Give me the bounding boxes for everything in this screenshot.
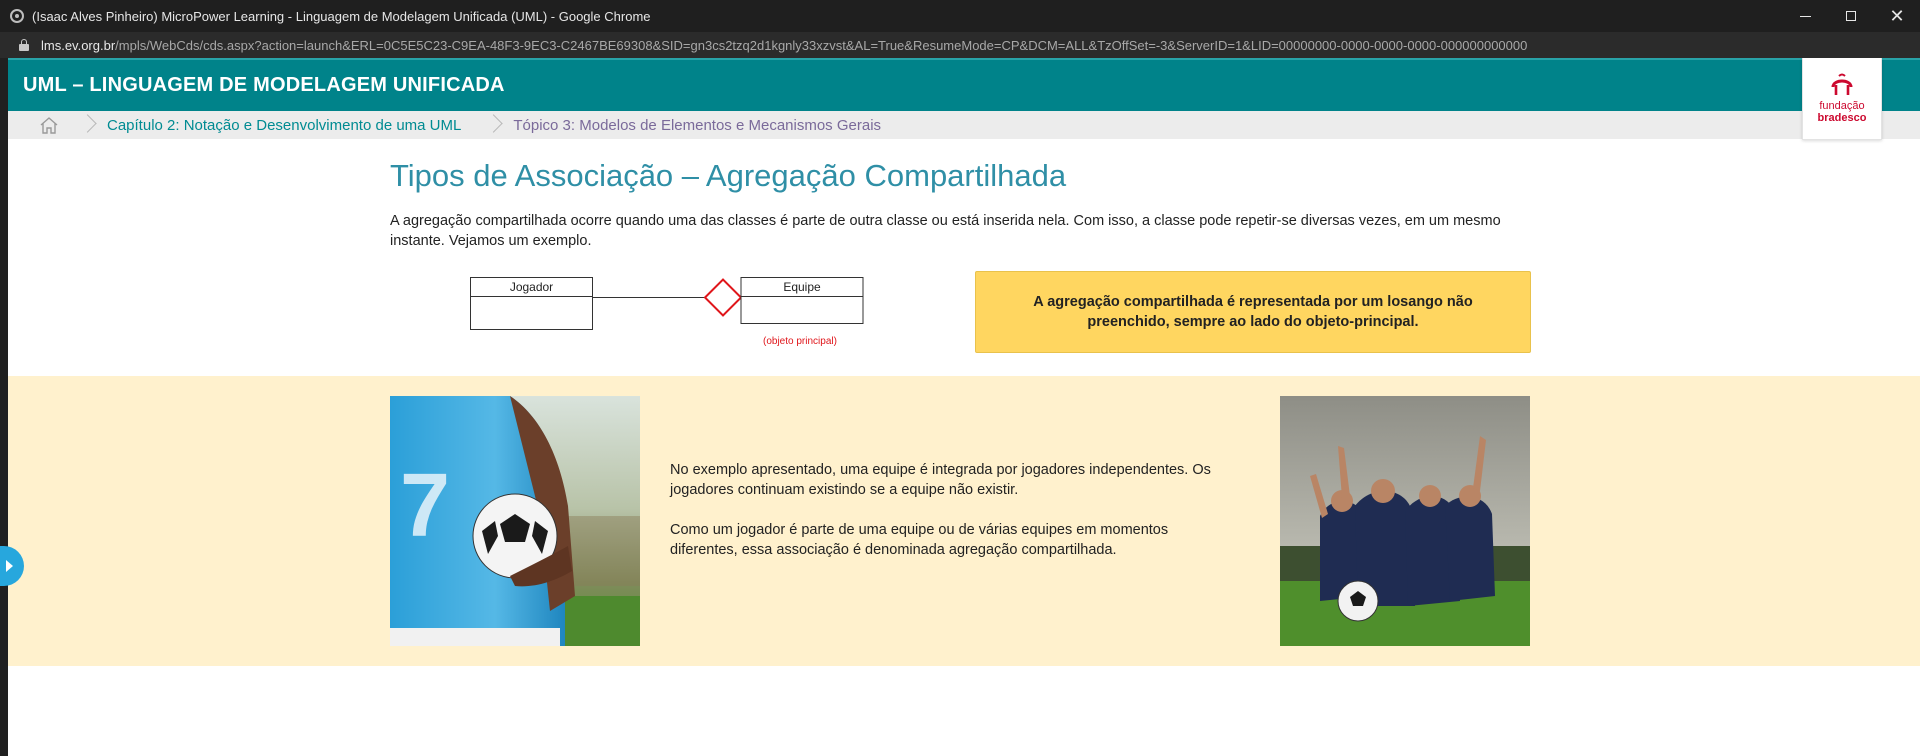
hollow-diamond-icon [703,278,743,317]
jersey-number: 7 [400,456,450,556]
course-title: UML – LINGUAGEM DE MODELAGEM UNIFICADA [23,74,505,96]
chevron-right-icon [81,111,95,139]
soccer-player-photo: 7 [390,396,640,646]
objeto-principal-annotation: (objeto principal) [763,336,837,347]
chrome-icon [10,9,24,23]
breadcrumb-chapter[interactable]: Capítulo 2: Notação e Desenvolvimento de… [107,117,461,134]
window-title: (Isaac Alves Pinheiro) MicroPower Learni… [32,8,651,24]
close-icon: ✕ [1889,5,1905,26]
home-icon[interactable] [39,116,59,134]
intro-paragraph: A agregação compartilhada ocorre quando … [390,213,1501,249]
course-header: UML – LINGUAGEM DE MODELAGEM UNIFICADA [8,58,1920,111]
address-bar[interactable]: lms.ev.org.br/mpls/WebCds/cds.aspx?actio… [0,32,1920,58]
bradesco-logo-icon [1831,73,1853,95]
title-bar: (Isaac Alves Pinheiro) MicroPower Learni… [0,0,1920,32]
close-button[interactable]: ✕ [1874,0,1920,32]
lesson-page: UML – LINGUAGEM DE MODELAGEM UNIFICADA f… [8,58,1920,756]
minimize-icon [1799,15,1811,17]
example-paragraph-1: No exemplo apresentado, uma equipe é int… [670,462,1211,498]
fundacao-bradesco-logo: fundação bradesco [1802,58,1882,140]
example-paragraph-2: Como um jogador é parte de uma equipe ou… [670,522,1169,558]
uml-class-jogador-label: Jogador [510,280,553,294]
minimize-button[interactable] [1782,0,1828,32]
maximize-button[interactable] [1828,0,1874,32]
callout-box: A agregação compartilhada é representada… [975,271,1531,353]
uml-class-equipe: Equipe [740,277,864,324]
page-title: Tipos de Associação – Agregação Comparti… [390,158,1067,193]
logo-text-fundacao: fundação [1819,100,1865,112]
uml-class-jogador: Jogador [470,277,593,330]
left-window-edge [0,58,8,756]
callout-text: A agregação compartilhada é representada… [1033,294,1473,330]
url-path: /mpls/WebCds/cds.aspx?action=launch&ERL=… [115,37,1528,53]
url-host: lms.ev.org.br [41,37,116,53]
maximize-icon [1846,11,1856,21]
soccer-team-celebration-photo [1280,396,1530,646]
chevron-right-icon [487,111,501,139]
browser-window: (Isaac Alves Pinheiro) MicroPower Learni… [0,0,1920,756]
uml-class-equipe-label: Equipe [783,280,821,294]
lock-icon[interactable] [19,39,29,51]
breadcrumb-topic[interactable]: Tópico 3: Modelos de Elementos e Mecanis… [513,117,881,134]
breadcrumb: Capítulo 2: Notação e Desenvolvimento de… [8,111,1920,139]
example-text: No exemplo apresentado, uma equipe é int… [670,460,1230,560]
logo-text-bradesco: bradesco [1817,112,1867,124]
url-text[interactable]: lms.ev.org.br/mpls/WebCds/cds.aspx?actio… [41,38,1527,53]
